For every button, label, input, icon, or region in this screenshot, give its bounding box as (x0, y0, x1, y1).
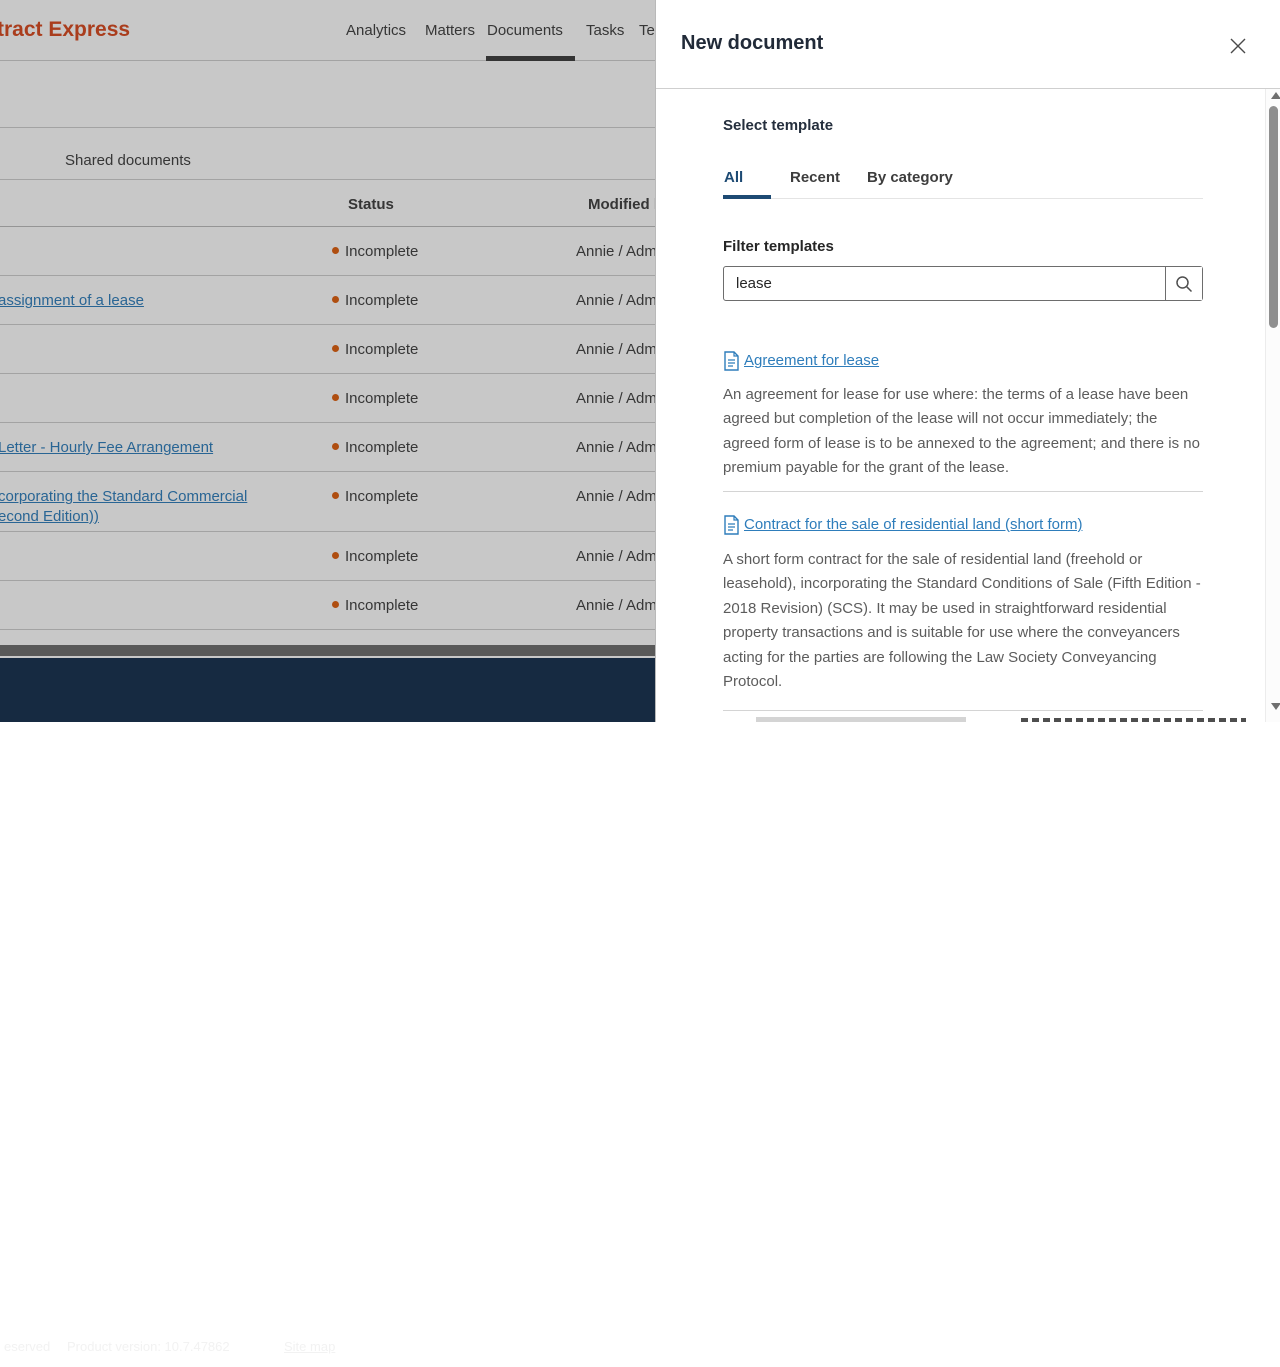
template-description: An agreement for lease for use where: th… (723, 386, 1200, 477)
template-link-agreement-for-lease[interactable]: Agreement for lease (744, 352, 879, 369)
tab-active-indicator (723, 195, 771, 199)
footer-rights-text: eserved (4, 1339, 51, 1354)
clipped-bottom-content (756, 717, 966, 722)
vertical-scrollbar-thumb[interactable] (1269, 106, 1278, 328)
tab-all[interactable]: All (724, 169, 743, 186)
search-button[interactable] (1165, 267, 1202, 300)
footer-product-version: Product version: 10.7.47862 (67, 1339, 230, 1354)
panel-title: New document (681, 32, 824, 54)
select-template-heading: Select template (723, 117, 834, 134)
panel-header-divider (656, 88, 1280, 89)
document-file-icon (724, 515, 739, 535)
new-document-panel: New document Select template All Recent … (655, 0, 1280, 722)
template-description: A short form contract for the sale of re… (723, 551, 1201, 691)
filter-input-group (723, 266, 1203, 301)
footer-divider (257, 1329, 258, 1367)
tab-by-category[interactable]: By category (867, 169, 953, 186)
document-file-icon (724, 351, 739, 371)
close-icon[interactable] (1227, 35, 1249, 57)
scroll-down-arrow-icon[interactable] (1271, 703, 1280, 710)
scroll-up-arrow-icon[interactable] (1271, 92, 1280, 99)
clipped-bottom-text (1021, 718, 1246, 722)
footer-site-map-link[interactable]: Site map (284, 1339, 335, 1354)
search-icon (1176, 275, 1193, 292)
list-divider (723, 491, 1203, 492)
tab-recent[interactable]: Recent (790, 169, 840, 186)
filter-templates-input[interactable] (724, 267, 1165, 300)
template-link-contract-residential-land[interactable]: Contract for the sale of residential lan… (744, 516, 1082, 533)
list-divider (723, 710, 1203, 711)
modal-overlay[interactable] (0, 0, 656, 722)
tabs-baseline (723, 198, 1203, 199)
filter-templates-label: Filter templates (723, 238, 834, 255)
